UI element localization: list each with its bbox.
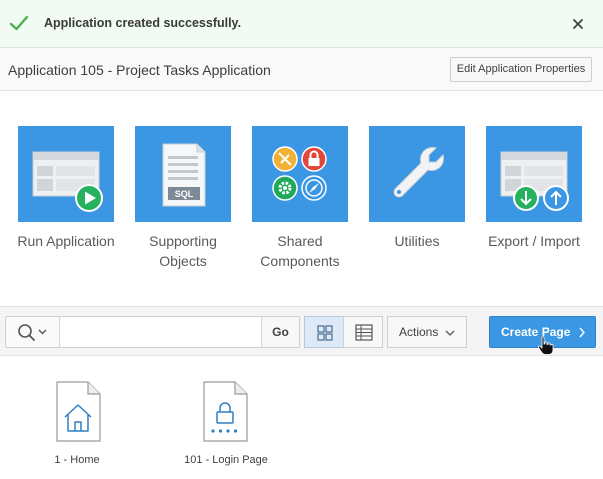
go-button[interactable]: Go: [261, 317, 299, 347]
icon-view-button[interactable]: [304, 316, 344, 348]
chevron-down-icon: [445, 330, 455, 336]
page-1-label: 1 - Home: [54, 454, 100, 466]
search-columns-button[interactable]: [6, 317, 60, 347]
wrench-icon: [393, 147, 444, 198]
supporting-objects-icon: SQL: [162, 143, 206, 207]
page-1-home[interactable]: [56, 381, 102, 448]
edit-application-properties-button[interactable]: Edit Application Properties: [450, 57, 592, 82]
export-import-icon: [500, 151, 569, 211]
run-application-tile[interactable]: [18, 126, 114, 222]
shared-components-icon: [272, 146, 327, 201]
run-application-label: Run Application: [17, 233, 115, 249]
page-toolbar: Go Actions Create Page: [0, 306, 603, 356]
run-application-icon: [32, 151, 103, 212]
shared-components-label: Shared Components: [260, 233, 340, 269]
success-message: Application created successfully.: [44, 16, 242, 30]
application-header: Application 105 - Project Tasks Applicat…: [0, 48, 603, 91]
utilities-tile[interactable]: [369, 126, 465, 222]
supporting-objects-label: Supporting Objects: [149, 233, 217, 269]
hand-cursor-icon: [538, 336, 554, 355]
table-icon: [355, 324, 373, 341]
search-icon: [18, 324, 47, 341]
sql-badge: SQL: [175, 189, 194, 199]
home-page-icon: [56, 381, 101, 442]
create-page-label: Create Page: [501, 325, 571, 339]
chevron-down-icon: [38, 329, 47, 335]
export-import-label: Export / Import: [488, 233, 580, 249]
chevron-right-icon: [579, 327, 585, 338]
page-101-label: 101 - Login Page: [184, 454, 268, 466]
grid-icon: [317, 325, 333, 341]
search-group: Go: [5, 316, 300, 348]
login-page-icon: [203, 381, 248, 442]
page-101-login[interactable]: [203, 381, 249, 448]
check-icon: [9, 15, 29, 31]
search-input[interactable]: [61, 317, 261, 347]
utilities-label: Utilities: [394, 233, 440, 249]
actions-label: Actions: [399, 325, 439, 339]
export-import-tile[interactable]: [486, 126, 582, 222]
shared-components-tile[interactable]: [252, 126, 348, 222]
close-icon[interactable]: [569, 15, 587, 33]
report-view-button[interactable]: [343, 316, 383, 348]
supporting-objects-tile[interactable]: SQL: [135, 126, 231, 222]
success-banner: Application created successfully.: [0, 0, 603, 48]
page-title: Application 105 - Project Tasks Applicat…: [8, 62, 271, 78]
actions-menu-button[interactable]: Actions: [387, 316, 467, 348]
